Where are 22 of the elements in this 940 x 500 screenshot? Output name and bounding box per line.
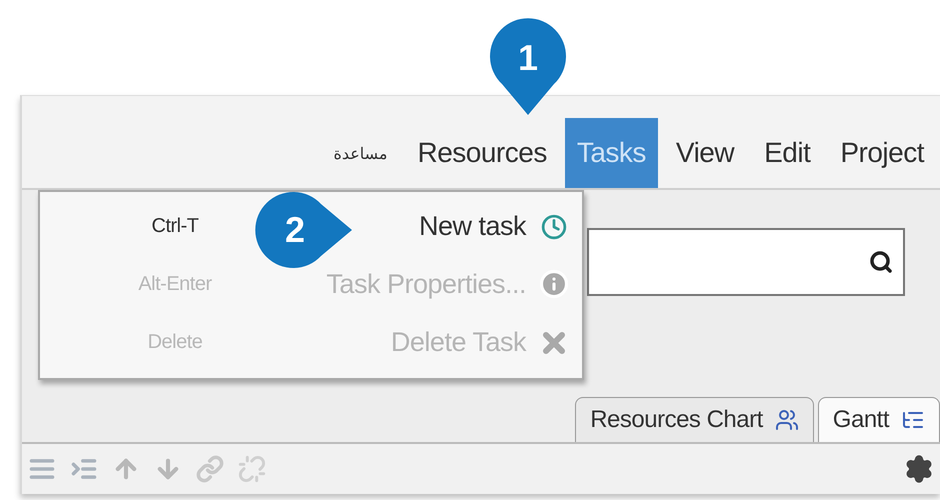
clock-icon bbox=[541, 214, 567, 240]
menu-item[interactable]: View bbox=[664, 118, 746, 188]
menu-entry[interactable]: New task bbox=[418, 211, 526, 242]
search-field[interactable] bbox=[587, 228, 905, 296]
callout-badge: 1 bbox=[488, 18, 568, 116]
menu-item[interactable]: Project bbox=[828, 118, 936, 188]
tab-label: Resources Chart bbox=[590, 406, 763, 434]
search-icon bbox=[869, 250, 893, 274]
people-chart-icon bbox=[774, 408, 799, 432]
info-icon bbox=[539, 269, 569, 300]
view-tab[interactable]: Resources Chart bbox=[575, 397, 814, 442]
menu-item[interactable]: Resources bbox=[405, 118, 559, 188]
shortcut-text: Alt-Enter bbox=[137, 272, 213, 296]
callout-badge: 2 bbox=[255, 190, 353, 270]
shortcut-text: Ctrl-T bbox=[150, 215, 200, 238]
menu-item[interactable]: مساعدة bbox=[321, 118, 400, 188]
view-tab[interactable]: Gantt bbox=[818, 397, 940, 442]
unlink-icon[interactable] bbox=[238, 455, 266, 483]
tab-label: Gantt bbox=[832, 406, 889, 434]
menu-item[interactable]: Edit bbox=[752, 118, 822, 188]
link-icon[interactable] bbox=[196, 455, 224, 483]
shortcut-text: Delete bbox=[146, 331, 204, 354]
